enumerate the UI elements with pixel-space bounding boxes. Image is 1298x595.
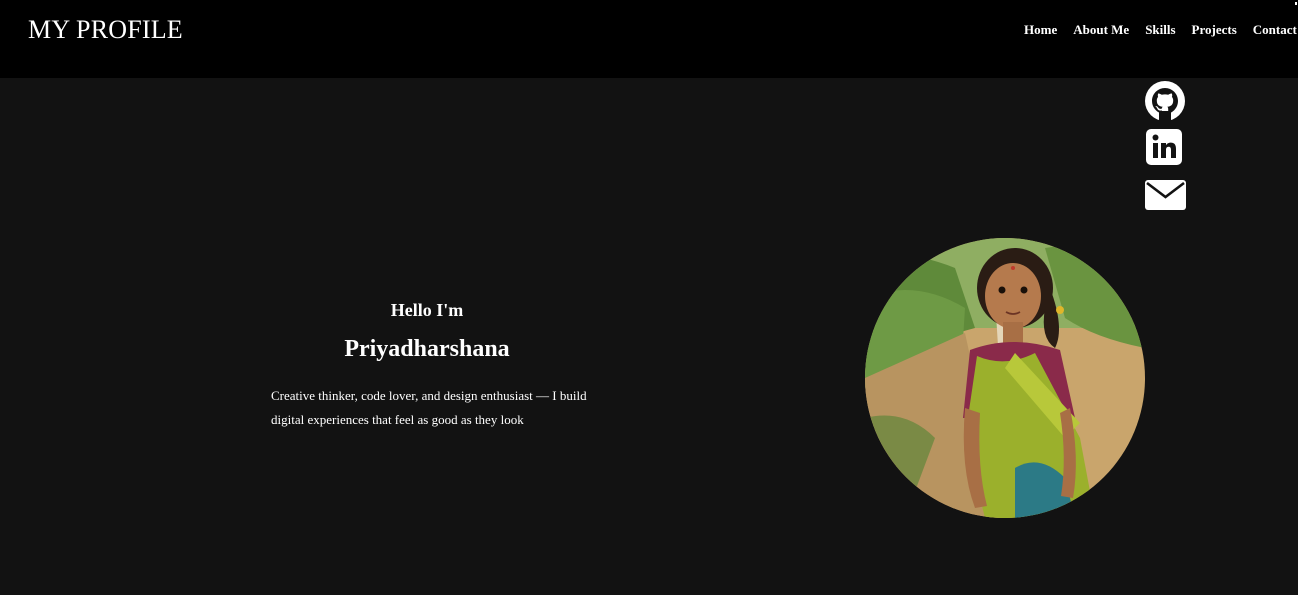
scrollbar-marker bbox=[1295, 2, 1297, 5]
hero-intro: Hello I'm Priyadharshana Creative thinke… bbox=[261, 300, 593, 432]
nav-link-home[interactable]: Home bbox=[1024, 22, 1057, 38]
mail-icon bbox=[1145, 180, 1186, 210]
top-navbar: MY PROFILE Home About Me Skills Projects Con… bbox=[0, 0, 1298, 78]
nav-link-skills[interactable]: Skills bbox=[1145, 22, 1175, 38]
profile-illustration bbox=[865, 238, 1145, 518]
nav-menu: Home About Me Skills Projects Contact bbox=[1024, 22, 1298, 38]
greeting-text: Hello I'm bbox=[390, 300, 464, 320]
linkedin-icon bbox=[1146, 129, 1182, 165]
linkedin-link[interactable] bbox=[1144, 127, 1186, 169]
social-links bbox=[1144, 80, 1188, 221]
profile-avatar bbox=[865, 238, 1145, 518]
hero-name: Priyadharshana bbox=[344, 336, 510, 362]
nav-link-contact[interactable]: Contact bbox=[1253, 22, 1297, 38]
brand-logo[interactable]: MY PROFILE bbox=[28, 15, 183, 45]
github-icon bbox=[1145, 81, 1185, 121]
nav-link-about-me[interactable]: About Me bbox=[1073, 22, 1129, 38]
hero-tagline: Creative thinker, code lover, and design… bbox=[271, 388, 587, 427]
nav-link-projects[interactable]: Projects bbox=[1192, 22, 1237, 38]
email-link[interactable] bbox=[1144, 174, 1186, 216]
github-link[interactable] bbox=[1144, 80, 1186, 122]
